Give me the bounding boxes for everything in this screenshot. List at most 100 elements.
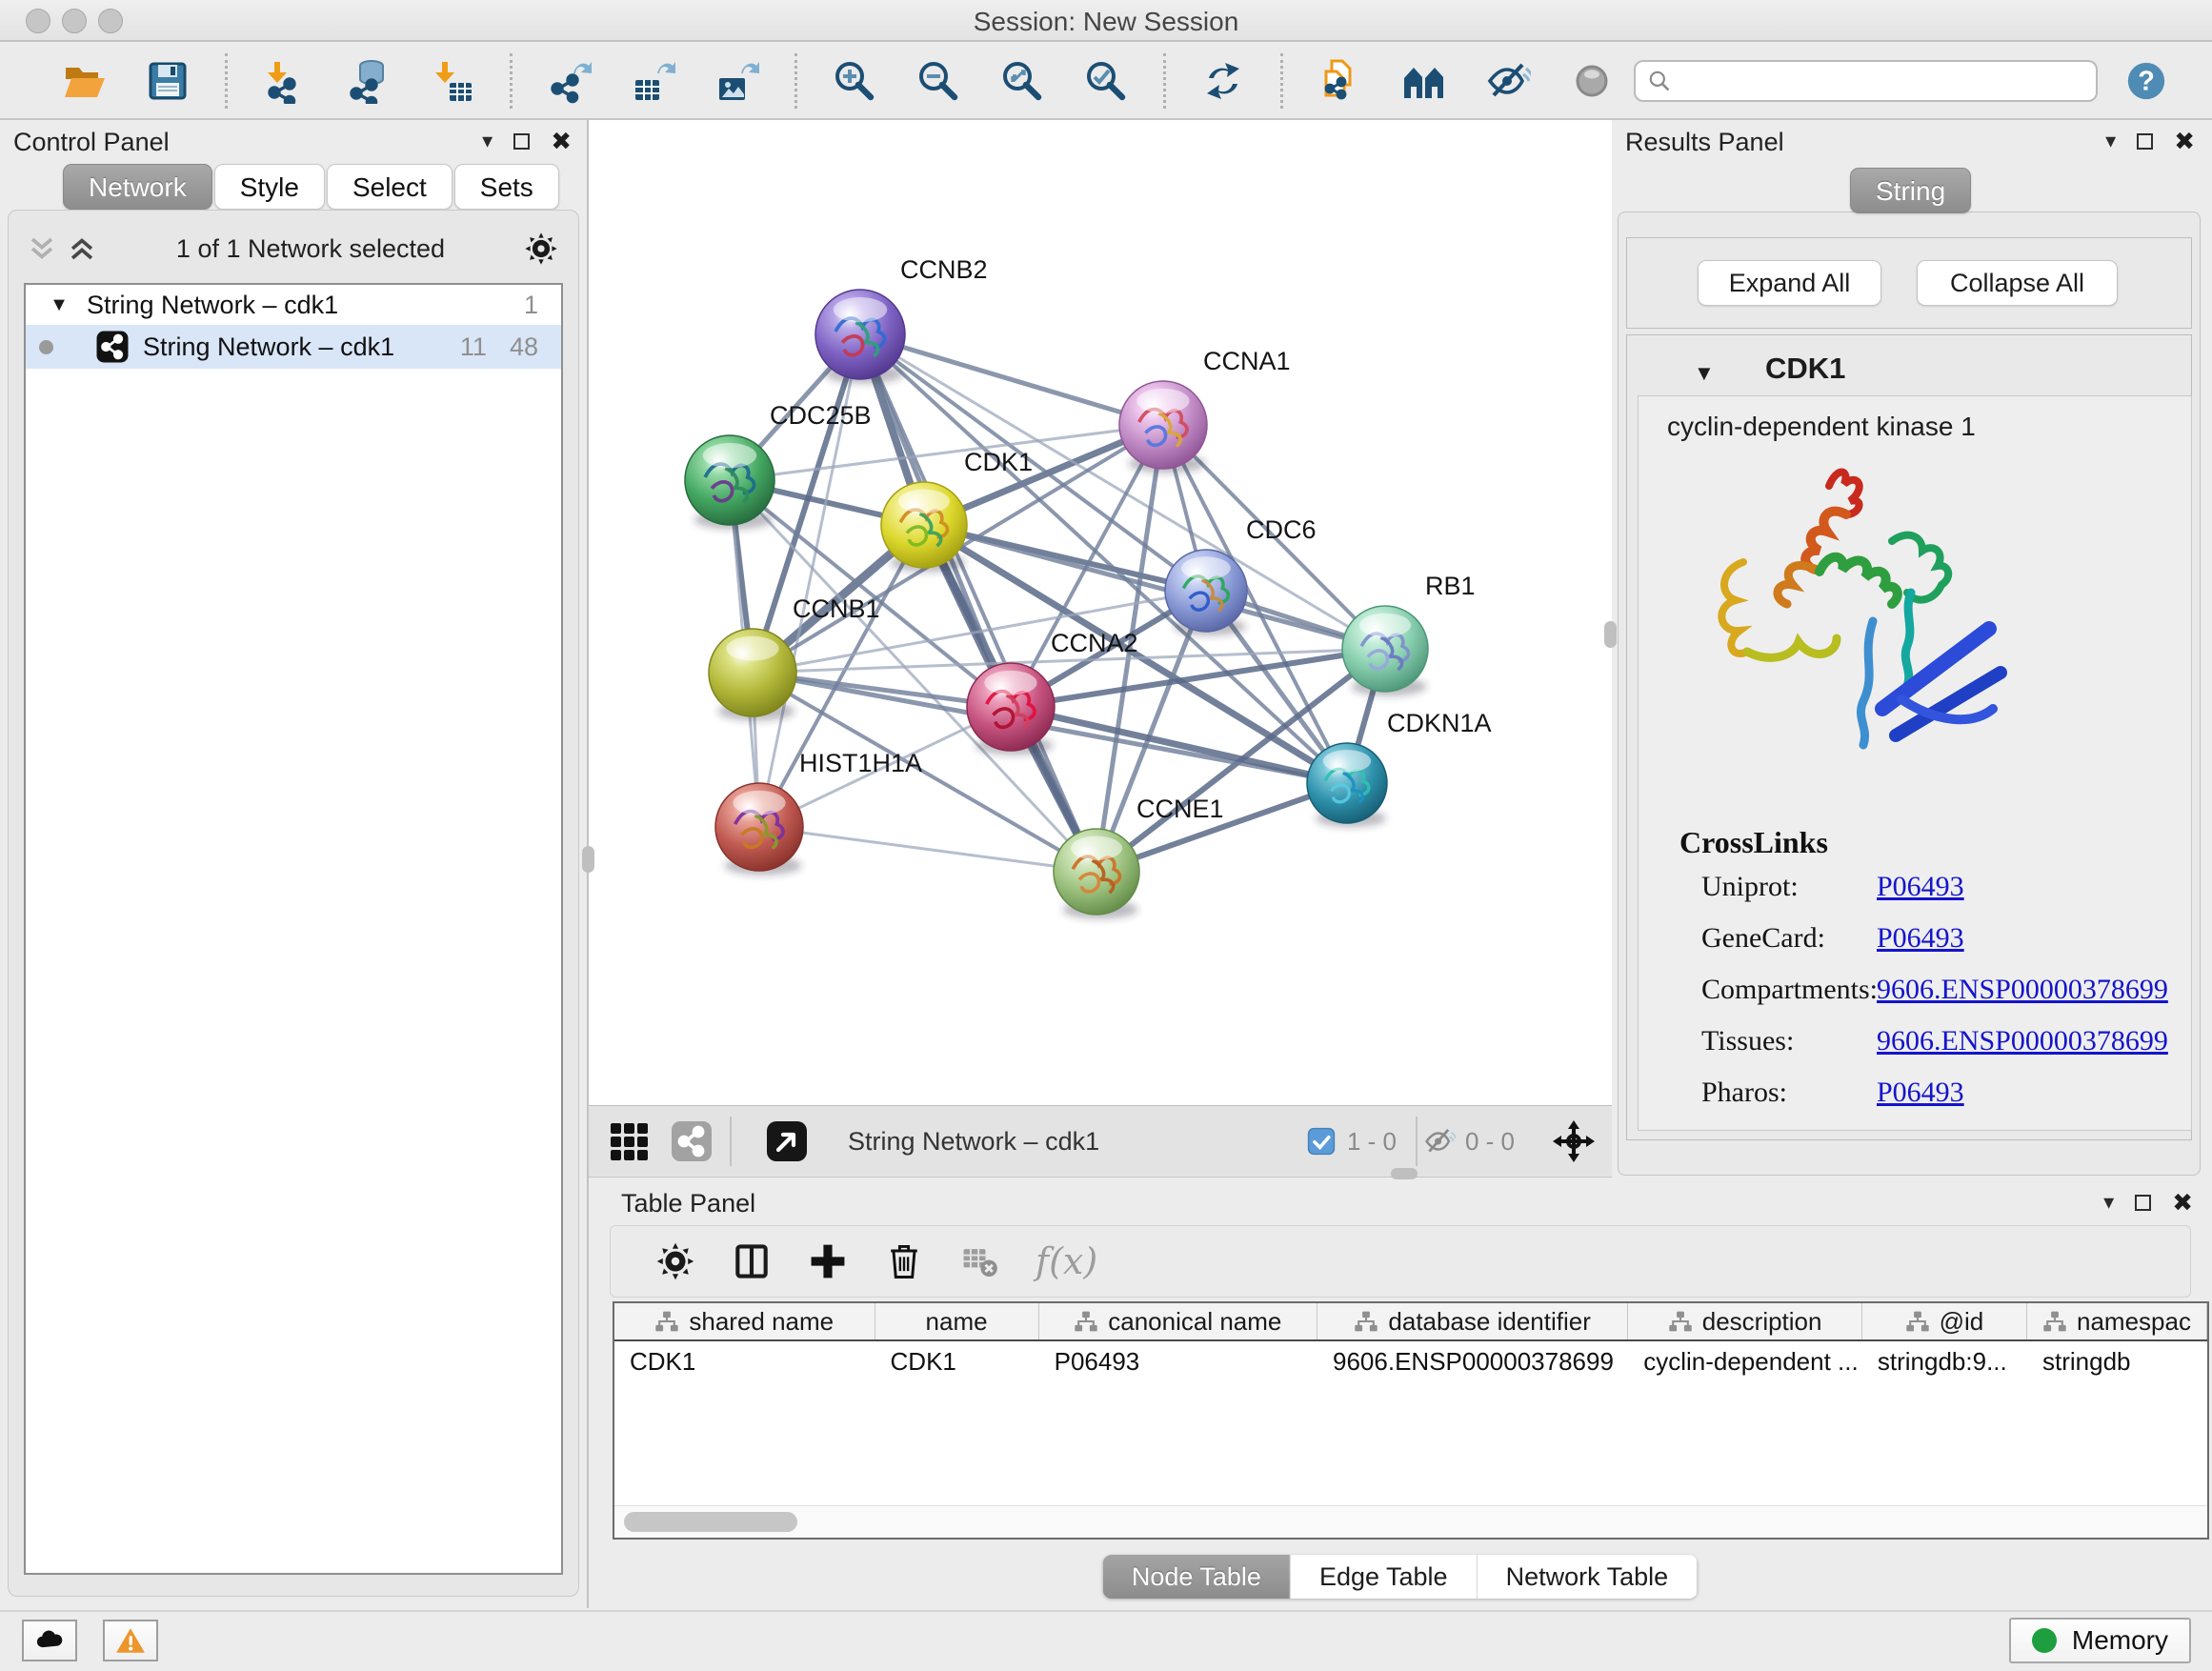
table-cell[interactable]: CDK1 <box>875 1341 1039 1381</box>
zoom-out-button[interactable] <box>915 58 961 104</box>
column-header--id[interactable]: @id <box>1862 1303 2027 1339</box>
export-table-button[interactable] <box>631 58 676 104</box>
column-header-name[interactable]: name <box>875 1303 1039 1339</box>
grid-view-icon[interactable] <box>606 1118 652 1164</box>
close-panel-icon[interactable]: ✖ <box>2174 128 2195 154</box>
search-box[interactable] <box>1634 60 2098 102</box>
table-cell[interactable]: 9606.ENSP00000378699 <box>1317 1341 1628 1381</box>
import-network-database-button[interactable] <box>346 58 392 104</box>
column-header-database-identifier[interactable]: database identifier <box>1317 1303 1628 1339</box>
tab-style[interactable]: Style <box>214 164 325 210</box>
edge-CCNB2-CCNE1[interactable] <box>860 334 1096 872</box>
import-network-file-button[interactable] <box>262 58 308 104</box>
float-panel-icon[interactable] <box>2135 1195 2151 1211</box>
help-button[interactable]: ? <box>2124 59 2168 103</box>
collapse-all-chevron-icon[interactable] <box>26 232 58 265</box>
node-CCNB2[interactable] <box>815 290 905 384</box>
hidden-eye-slash-icon[interactable] <box>1423 1125 1456 1158</box>
node-CCNE1[interactable] <box>1054 829 1139 918</box>
tab-network-table[interactable]: Network Table <box>1478 1555 1699 1599</box>
gear-options-icon[interactable] <box>523 231 559 267</box>
float-panel-icon[interactable] <box>513 133 530 150</box>
node-CCNA2[interactable] <box>967 663 1055 755</box>
collapse-all-button[interactable]: Collapse All <box>1917 260 2118 306</box>
tab-select[interactable]: Select <box>327 164 452 210</box>
horizontal-scrollbar[interactable] <box>614 1505 2207 1538</box>
birdseye-view-icon[interactable] <box>764 1118 810 1164</box>
node-RB1[interactable] <box>1342 606 1428 695</box>
node-CDKN1A[interactable] <box>1307 743 1387 827</box>
move-crosshair-icon[interactable] <box>1551 1118 1597 1164</box>
panel-menu-icon[interactable]: ▾ <box>2103 1189 2114 1216</box>
crosslink-link[interactable]: 9606.ENSP00000378699 <box>1877 974 2168 1006</box>
crosslink-link[interactable]: P06493 <box>1877 922 1964 955</box>
save-session-button[interactable] <box>145 58 191 104</box>
first-neighbors-button[interactable] <box>1401 58 1447 104</box>
add-column-icon[interactable] <box>807 1240 849 1282</box>
node-CCNA1[interactable] <box>1119 381 1207 473</box>
tab-network[interactable]: Network <box>63 164 212 210</box>
panel-menu-icon[interactable]: ▾ <box>2105 128 2116 154</box>
close-panel-icon[interactable]: ✖ <box>551 128 572 154</box>
hide-selected-button[interactable] <box>1485 58 1531 104</box>
expand-all-chevron-icon[interactable] <box>66 232 98 265</box>
network-canvas[interactable]: CCNB2CCNA1CDC25BCDK1CDC6RB1CCNB1CCNA2CDK… <box>589 120 1612 1105</box>
float-panel-icon[interactable] <box>2137 133 2153 150</box>
export-image-button[interactable] <box>714 58 760 104</box>
show-all-button[interactable] <box>1569 58 1615 104</box>
warning-button[interactable] <box>103 1620 158 1661</box>
split-columns-icon[interactable] <box>731 1240 773 1282</box>
panel-menu-icon[interactable]: ▾ <box>482 128 493 154</box>
node-CDC6[interactable] <box>1165 550 1247 635</box>
crosslink-link[interactable]: P06493 <box>1877 871 1964 903</box>
zoom-in-button[interactable] <box>832 58 877 104</box>
table-cell[interactable]: P06493 <box>1039 1341 1317 1381</box>
crosslink-link[interactable]: P06493 <box>1877 1077 1964 1109</box>
tab-edge-table[interactable]: Edge Table <box>1291 1555 1478 1599</box>
node-HIST1H1A[interactable] <box>715 783 803 876</box>
column-header-namespac[interactable]: namespac <box>2027 1303 2207 1339</box>
close-panel-icon[interactable]: ✖ <box>2172 1189 2193 1216</box>
node-CDK1[interactable] <box>881 482 967 573</box>
crosslink-link[interactable]: 9606.ENSP00000378699 <box>1877 1025 2168 1057</box>
open-session-button[interactable] <box>61 58 107 104</box>
search-input[interactable] <box>1672 64 2084 98</box>
expand-all-button[interactable]: Expand All <box>1698 260 1881 306</box>
column-header-shared-name[interactable]: shared name <box>614 1303 875 1339</box>
table-cell[interactable]: stringdb:9... <box>1862 1341 2027 1381</box>
zoom-fit-button[interactable] <box>999 58 1045 104</box>
right-splitter-handle[interactable] <box>1604 621 1617 648</box>
table-row[interactable]: CDK1CDK1P064939606.ENSP00000378699cyclin… <box>614 1341 2207 1381</box>
node-CCNB1[interactable] <box>709 629 796 721</box>
edge-CCNE1-HIST1H1A[interactable] <box>759 827 1096 872</box>
tab-node-table[interactable]: Node Table <box>1103 1555 1291 1599</box>
table-cell[interactable]: stringdb <box>2027 1341 2207 1381</box>
tab-sets[interactable]: Sets <box>454 164 559 210</box>
zoom-selected-button[interactable] <box>1083 58 1129 104</box>
edge-CCNB2-CCNA1[interactable] <box>860 334 1163 425</box>
left-splitter-handle[interactable] <box>582 846 594 873</box>
refresh-view-button[interactable] <box>1200 58 1246 104</box>
edge-RB1-CCNA2[interactable] <box>1011 649 1385 707</box>
selected-checkbox-icon[interactable] <box>1305 1125 1337 1158</box>
collapse-tree-icon[interactable]: ▼ <box>45 294 73 316</box>
table-cell[interactable]: cyclin-dependent ... <box>1628 1341 1862 1381</box>
export-network-file-button[interactable] <box>547 58 593 104</box>
network-collection-row[interactable]: ▼ String Network – cdk1 1 <box>26 285 561 325</box>
import-table-button[interactable] <box>430 58 475 104</box>
column-header-description[interactable]: description <box>1628 1303 1862 1339</box>
share-network-icon[interactable] <box>669 1118 714 1164</box>
cloud-status-button[interactable] <box>22 1620 77 1661</box>
delete-column-icon[interactable] <box>883 1240 925 1282</box>
collapse-entry-icon[interactable]: ▼ <box>1694 361 1715 386</box>
settings-gear-icon[interactable] <box>654 1240 696 1282</box>
clone-network-button[interactable] <box>1317 58 1363 104</box>
scrollbar-thumb[interactable] <box>624 1512 797 1532</box>
bottom-splitter-handle[interactable] <box>1391 1168 1418 1179</box>
column-header-canonical-name[interactable]: canonical name <box>1039 1303 1317 1339</box>
node-CDC25B[interactable] <box>685 435 774 530</box>
memory-button[interactable]: Memory <box>2009 1618 2191 1663</box>
table-cell[interactable]: CDK1 <box>614 1341 875 1381</box>
tab-string[interactable]: String <box>1850 168 1971 213</box>
network-row[interactable]: String Network – cdk1 11 48 <box>26 325 561 369</box>
